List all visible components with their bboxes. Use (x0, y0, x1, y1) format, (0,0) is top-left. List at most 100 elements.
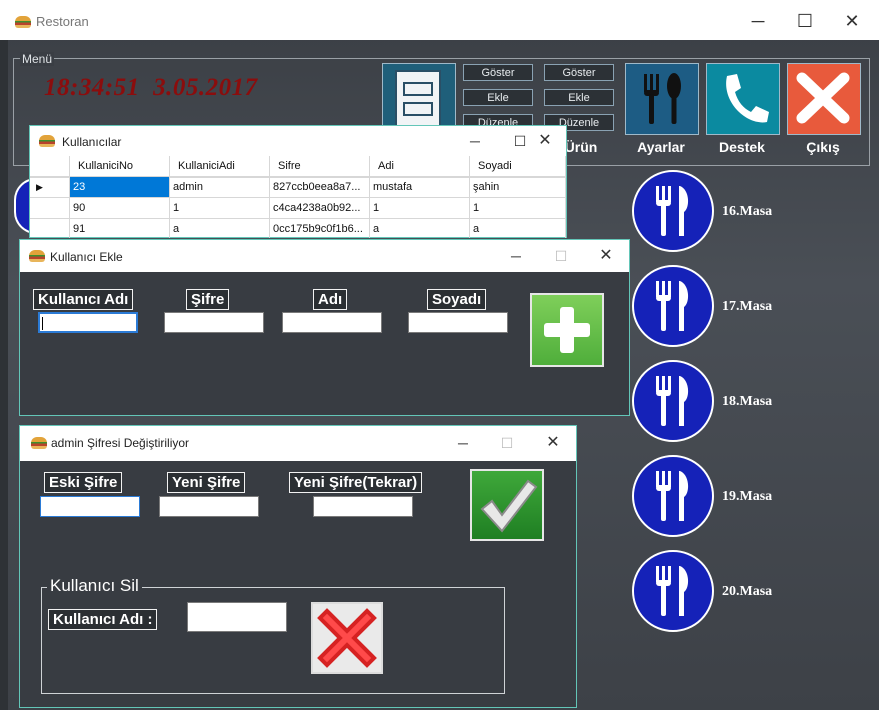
table-row[interactable]: 90 1 c4ca4238a0b92... 1 1 (30, 198, 566, 219)
grid-cell[interactable]: 23 (70, 177, 170, 198)
column-header[interactable]: Sifre (270, 156, 370, 177)
grid-cell[interactable]: 90 (70, 198, 170, 219)
add-user-title: Kullanıcı Ekle (50, 250, 123, 264)
destek-tile[interactable] (706, 63, 780, 135)
burger-icon (29, 250, 45, 262)
cikis-label: Çıkış (806, 139, 840, 155)
minimize-button[interactable]: ─ (735, 6, 781, 36)
password-label: Şifre (186, 289, 230, 310)
grid-cell[interactable]: admin (170, 177, 270, 198)
column-header[interactable]: KullaniciNo (70, 156, 170, 177)
grid-cell[interactable]: a (170, 219, 270, 238)
change-password-window: admin Şifresi Değiştiriliyor ─ ☐ ✕ Eski … (19, 425, 577, 708)
table-18[interactable]: 18.Masa (632, 360, 772, 442)
name-label: Adı (313, 289, 348, 310)
users-window: Kullanıcılar ─ ☐ ✕ KullaniciNo Kullanici… (29, 125, 567, 238)
current-row-indicator-icon: ▶ (30, 177, 70, 198)
close-x-icon (796, 72, 850, 124)
goster-button-2[interactable]: Göster (544, 64, 614, 81)
add-user-button[interactable] (530, 293, 604, 367)
table-row[interactable]: 91 a 0cc175b9c0f1b6... a a (30, 219, 566, 238)
new-password-repeat-input[interactable] (313, 496, 413, 517)
old-password-label: Eski Şifre (44, 472, 123, 493)
minimize-button[interactable]: ─ (452, 126, 498, 156)
time-text: 18:34:51 (44, 74, 140, 101)
burger-icon (31, 437, 47, 449)
grid-cell[interactable]: c4ca4238a0b92... (270, 198, 370, 219)
table-16[interactable]: 16.Masa (632, 170, 772, 252)
table-20[interactable]: 20.Masa (632, 550, 772, 632)
password-input[interactable] (164, 312, 264, 333)
cikis-tile[interactable] (787, 63, 861, 135)
minimize-button[interactable]: ─ (493, 241, 539, 271)
fork-knife-icon (632, 170, 714, 252)
column-header[interactable]: KullaniciAdi (170, 156, 270, 177)
fork-knife-icon (632, 360, 714, 442)
ekle-button-1[interactable]: Ekle (463, 89, 533, 106)
close-button[interactable]: ✕ (583, 241, 629, 271)
grid-cell[interactable]: 0cc175b9c0f1b6... (270, 219, 370, 238)
table-label: 17.Masa (722, 299, 773, 314)
ayarlar-label: Ayarlar (637, 139, 685, 155)
add-user-window: Kullanıcı Ekle ─ ☐ ✕ Kullanıcı Adı Şifre… (19, 239, 630, 416)
add-user-titlebar: Kullanıcı Ekle ─ ☐ ✕ (20, 240, 629, 272)
close-button[interactable]: ✕ (829, 6, 875, 36)
cutlery-icon (644, 73, 681, 124)
column-header[interactable]: Adi (370, 156, 470, 177)
new-password-input[interactable] (159, 496, 259, 517)
phone-icon (726, 74, 769, 123)
minimize-button[interactable]: ─ (440, 428, 486, 458)
column-header[interactable]: Soyadi (470, 156, 566, 177)
ayarlar-tile[interactable] (625, 63, 699, 135)
username-label: Kullanıcı Adı (33, 289, 134, 310)
users-title: Kullanıcılar (62, 135, 122, 149)
grid-cell[interactable]: şahin (470, 177, 566, 198)
grid-cell[interactable]: 1 (170, 198, 270, 219)
grid-cell[interactable]: 1 (470, 198, 566, 219)
left-edge-strip (0, 40, 8, 710)
close-button[interactable]: ✕ (530, 428, 576, 458)
table-label: 19.Masa (722, 489, 773, 504)
burger-icon (39, 135, 55, 147)
maximize-button[interactable]: ☐ (782, 6, 828, 36)
table-row[interactable]: ▶ 23 admin 827ccb0eea8a7... mustafa şahi… (30, 177, 566, 198)
grid-cell[interactable]: 827ccb0eea8a7... (270, 177, 370, 198)
grid-cell[interactable]: 91 (70, 219, 170, 238)
date-text: 3.05.2017 (153, 74, 258, 101)
grid-cell[interactable]: a (370, 219, 470, 238)
goster-button-1[interactable]: Göster (463, 64, 533, 81)
new-password-label: Yeni Şifre (167, 472, 246, 493)
table-19[interactable]: 19.Masa (632, 455, 772, 537)
users-titlebar: Kullanıcılar ─ ☐ ✕ (30, 126, 566, 156)
grid-cell[interactable]: 1 (370, 198, 470, 219)
delete-user-button[interactable] (311, 602, 383, 674)
row-header-corner (30, 156, 70, 177)
new-password-repeat-label: Yeni Şifre(Tekrar) (289, 472, 423, 493)
close-button[interactable]: ✕ (522, 126, 568, 156)
surname-label: Soyadı (427, 289, 487, 310)
fork-knife-icon (632, 265, 714, 347)
username-input[interactable] (38, 312, 138, 333)
destek-label: Destek (719, 139, 765, 155)
delete-x-icon (317, 608, 377, 668)
delete-user-legend: Kullanıcı Sil (47, 576, 142, 596)
name-input[interactable] (282, 312, 382, 333)
delete-username-input[interactable] (187, 602, 287, 632)
confirm-password-button[interactable] (470, 469, 544, 541)
grid-cell[interactable]: mustafa (370, 177, 470, 198)
clock-display: 18:34:51 3.05.2017 (44, 74, 258, 102)
table-17[interactable]: 17.Masa (632, 265, 772, 347)
ekle-button-2[interactable]: Ekle (544, 89, 614, 106)
maximize-button: ☐ (500, 435, 514, 451)
table-label: 20.Masa (722, 584, 773, 599)
row-header (30, 198, 70, 219)
old-password-input[interactable] (40, 496, 140, 517)
maximize-button: ☐ (554, 248, 568, 264)
plus-icon (544, 307, 590, 353)
grid-cell[interactable]: a (470, 219, 566, 238)
filing-cabinet-icon (395, 70, 441, 128)
surname-input[interactable] (408, 312, 508, 333)
change-password-title: admin Şifresi Değiştiriliyor (51, 436, 190, 450)
burger-icon (15, 16, 31, 28)
table-label: 16.Masa (722, 204, 773, 219)
